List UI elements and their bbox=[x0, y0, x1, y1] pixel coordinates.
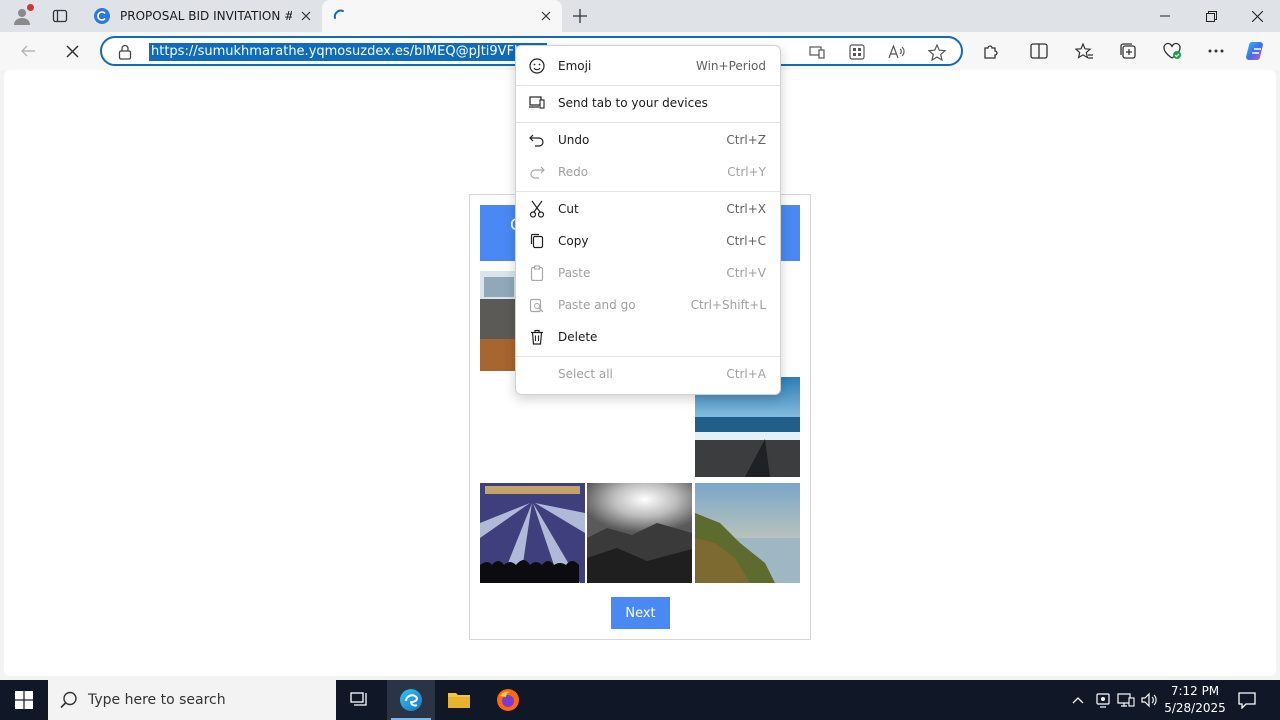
favorites-icon[interactable] bbox=[1072, 40, 1096, 62]
title-bar: PROPOSAL BID INVITATION #A02 bbox=[0, 0, 1280, 32]
device-icon[interactable] bbox=[806, 42, 828, 62]
tab-proposal[interactable]: PROPOSAL BID INVITATION #A02 bbox=[84, 0, 322, 32]
profile-notification-dot bbox=[27, 4, 34, 11]
menu-item-undo[interactable]: Undo Ctrl+Z bbox=[516, 125, 780, 155]
paste-icon bbox=[528, 264, 546, 282]
menu-item-shortcut: Ctrl+Y bbox=[727, 165, 766, 179]
favorite-star-icon[interactable] bbox=[926, 42, 948, 62]
menu-item-label: Paste bbox=[558, 266, 591, 280]
menu-separator bbox=[516, 356, 780, 357]
paste-and-go-icon bbox=[528, 296, 546, 314]
folder-icon bbox=[448, 693, 470, 708]
delete-icon bbox=[528, 328, 546, 346]
undo-icon bbox=[528, 131, 546, 149]
more-menu-icon[interactable] bbox=[1204, 40, 1228, 62]
search-placeholder: Type here to search bbox=[88, 692, 226, 708]
menu-item-copy[interactable]: Copy Ctrl+C bbox=[516, 226, 780, 256]
menu-item-cut[interactable]: Cut Ctrl+X bbox=[516, 194, 780, 224]
menu-item-label: Paste and go bbox=[558, 298, 636, 312]
menu-separator bbox=[516, 85, 780, 86]
send-tab-icon bbox=[528, 94, 546, 112]
menu-item-label: Copy bbox=[558, 234, 589, 248]
show-hidden-icons-chevron-icon[interactable] bbox=[1068, 690, 1088, 710]
taskbar-file-explorer[interactable] bbox=[435, 680, 483, 720]
back-button[interactable] bbox=[14, 37, 42, 65]
volume-icon[interactable] bbox=[1140, 690, 1160, 710]
edge-icon bbox=[400, 689, 422, 711]
tab-title: PROPOSAL BID INVITATION #A02 bbox=[120, 9, 292, 23]
close-tab-icon[interactable] bbox=[298, 8, 314, 24]
menu-item-shortcut: Ctrl+C bbox=[726, 234, 766, 248]
close-tab-icon[interactable] bbox=[538, 8, 554, 24]
menu-item-label: Emoji bbox=[558, 59, 592, 73]
menu-item-label: Redo bbox=[558, 165, 589, 179]
apps-icon[interactable] bbox=[846, 42, 868, 62]
menu-item-label: Send tab to your devices bbox=[558, 96, 708, 110]
address-bar-context-menu: Emoji Win+Period Send tab to your device… bbox=[515, 45, 781, 395]
split-screen-icon[interactable] bbox=[1027, 40, 1051, 62]
tab-actions-icon[interactable] bbox=[46, 4, 74, 28]
read-aloud-icon[interactable] bbox=[886, 42, 908, 62]
menu-item-shortcut: Win+Period bbox=[695, 59, 766, 73]
menu-item-select-all[interactable]: Select all Ctrl+A bbox=[516, 359, 780, 389]
next-button[interactable]: Next bbox=[611, 597, 670, 629]
url-text[interactable]: https://sumukhmarathe.yqmosuzdex.es/blME… bbox=[149, 43, 547, 61]
taskbar-clock[interactable]: 7:12 PM 5/28/2025 bbox=[1160, 683, 1230, 717]
task-view-button[interactable] bbox=[336, 680, 384, 720]
start-button[interactable] bbox=[0, 680, 48, 720]
windows-taskbar: Type here to search 7:12 PM 5/28/2025 bbox=[0, 680, 1280, 720]
menu-item-label: Select all bbox=[558, 367, 613, 381]
edge-favicon-icon bbox=[94, 8, 110, 24]
menu-item-paste-and-go[interactable]: Paste and go Ctrl+Shift+L bbox=[516, 290, 780, 320]
copilot-icon[interactable] bbox=[1245, 40, 1269, 62]
taskbar-firefox[interactable] bbox=[484, 680, 532, 720]
redo-icon bbox=[528, 163, 546, 181]
firefox-icon bbox=[497, 689, 519, 711]
menu-separator bbox=[516, 122, 780, 123]
menu-separator bbox=[516, 191, 780, 192]
loading-spinner-icon bbox=[332, 8, 348, 24]
cut-icon bbox=[528, 200, 546, 218]
clock-date: 5/28/2025 bbox=[1164, 701, 1226, 715]
clock-time: 7:12 PM bbox=[1170, 684, 1220, 698]
lock-icon[interactable] bbox=[118, 44, 132, 63]
taskbar-search-box[interactable]: Type here to search bbox=[48, 680, 336, 720]
captcha-tile-concert[interactable] bbox=[480, 483, 585, 583]
menu-item-label: Undo bbox=[558, 133, 590, 147]
menu-item-redo[interactable]: Redo Ctrl+Y bbox=[516, 157, 780, 187]
menu-item-label: Cut bbox=[558, 202, 579, 216]
restore-button[interactable] bbox=[1188, 0, 1234, 32]
minimize-button[interactable] bbox=[1142, 0, 1188, 32]
close-window-button[interactable] bbox=[1234, 0, 1280, 32]
copy-icon bbox=[528, 232, 546, 250]
menu-item-emoji[interactable]: Emoji Win+Period bbox=[516, 51, 780, 81]
captcha-tile-mountains[interactable] bbox=[587, 483, 692, 583]
taskbar-edge[interactable] bbox=[387, 680, 435, 720]
menu-item-shortcut: Ctrl+Z bbox=[726, 133, 766, 147]
notification-center-icon[interactable] bbox=[1234, 688, 1260, 712]
extensions-icon[interactable] bbox=[979, 40, 1003, 62]
search-icon bbox=[60, 691, 78, 712]
menu-item-shortcut: Ctrl+Shift+L bbox=[690, 298, 766, 312]
menu-item-paste[interactable]: Paste Ctrl+V bbox=[516, 258, 780, 288]
new-tab-button[interactable] bbox=[568, 4, 592, 28]
windows-logo-icon bbox=[15, 691, 33, 709]
menu-item-send-tab[interactable]: Send tab to your devices bbox=[516, 88, 780, 118]
browser-essentials-icon[interactable] bbox=[1160, 40, 1184, 62]
menu-item-label: Delete bbox=[558, 330, 598, 344]
menu-item-delete[interactable]: Delete bbox=[516, 322, 780, 352]
network-icon[interactable] bbox=[1116, 690, 1136, 710]
collections-icon[interactable] bbox=[1116, 40, 1140, 62]
captcha-tile-coast[interactable] bbox=[695, 483, 800, 583]
menu-item-shortcut: Ctrl+V bbox=[726, 266, 766, 280]
menu-item-shortcut: Ctrl+A bbox=[726, 367, 766, 381]
task-view-icon bbox=[350, 692, 367, 706]
emoji-icon bbox=[528, 57, 546, 75]
tab-loading[interactable] bbox=[322, 0, 562, 32]
stop-loading-button[interactable] bbox=[58, 37, 86, 65]
security-tray-icon[interactable] bbox=[1093, 690, 1113, 710]
menu-item-shortcut: Ctrl+X bbox=[726, 202, 766, 216]
